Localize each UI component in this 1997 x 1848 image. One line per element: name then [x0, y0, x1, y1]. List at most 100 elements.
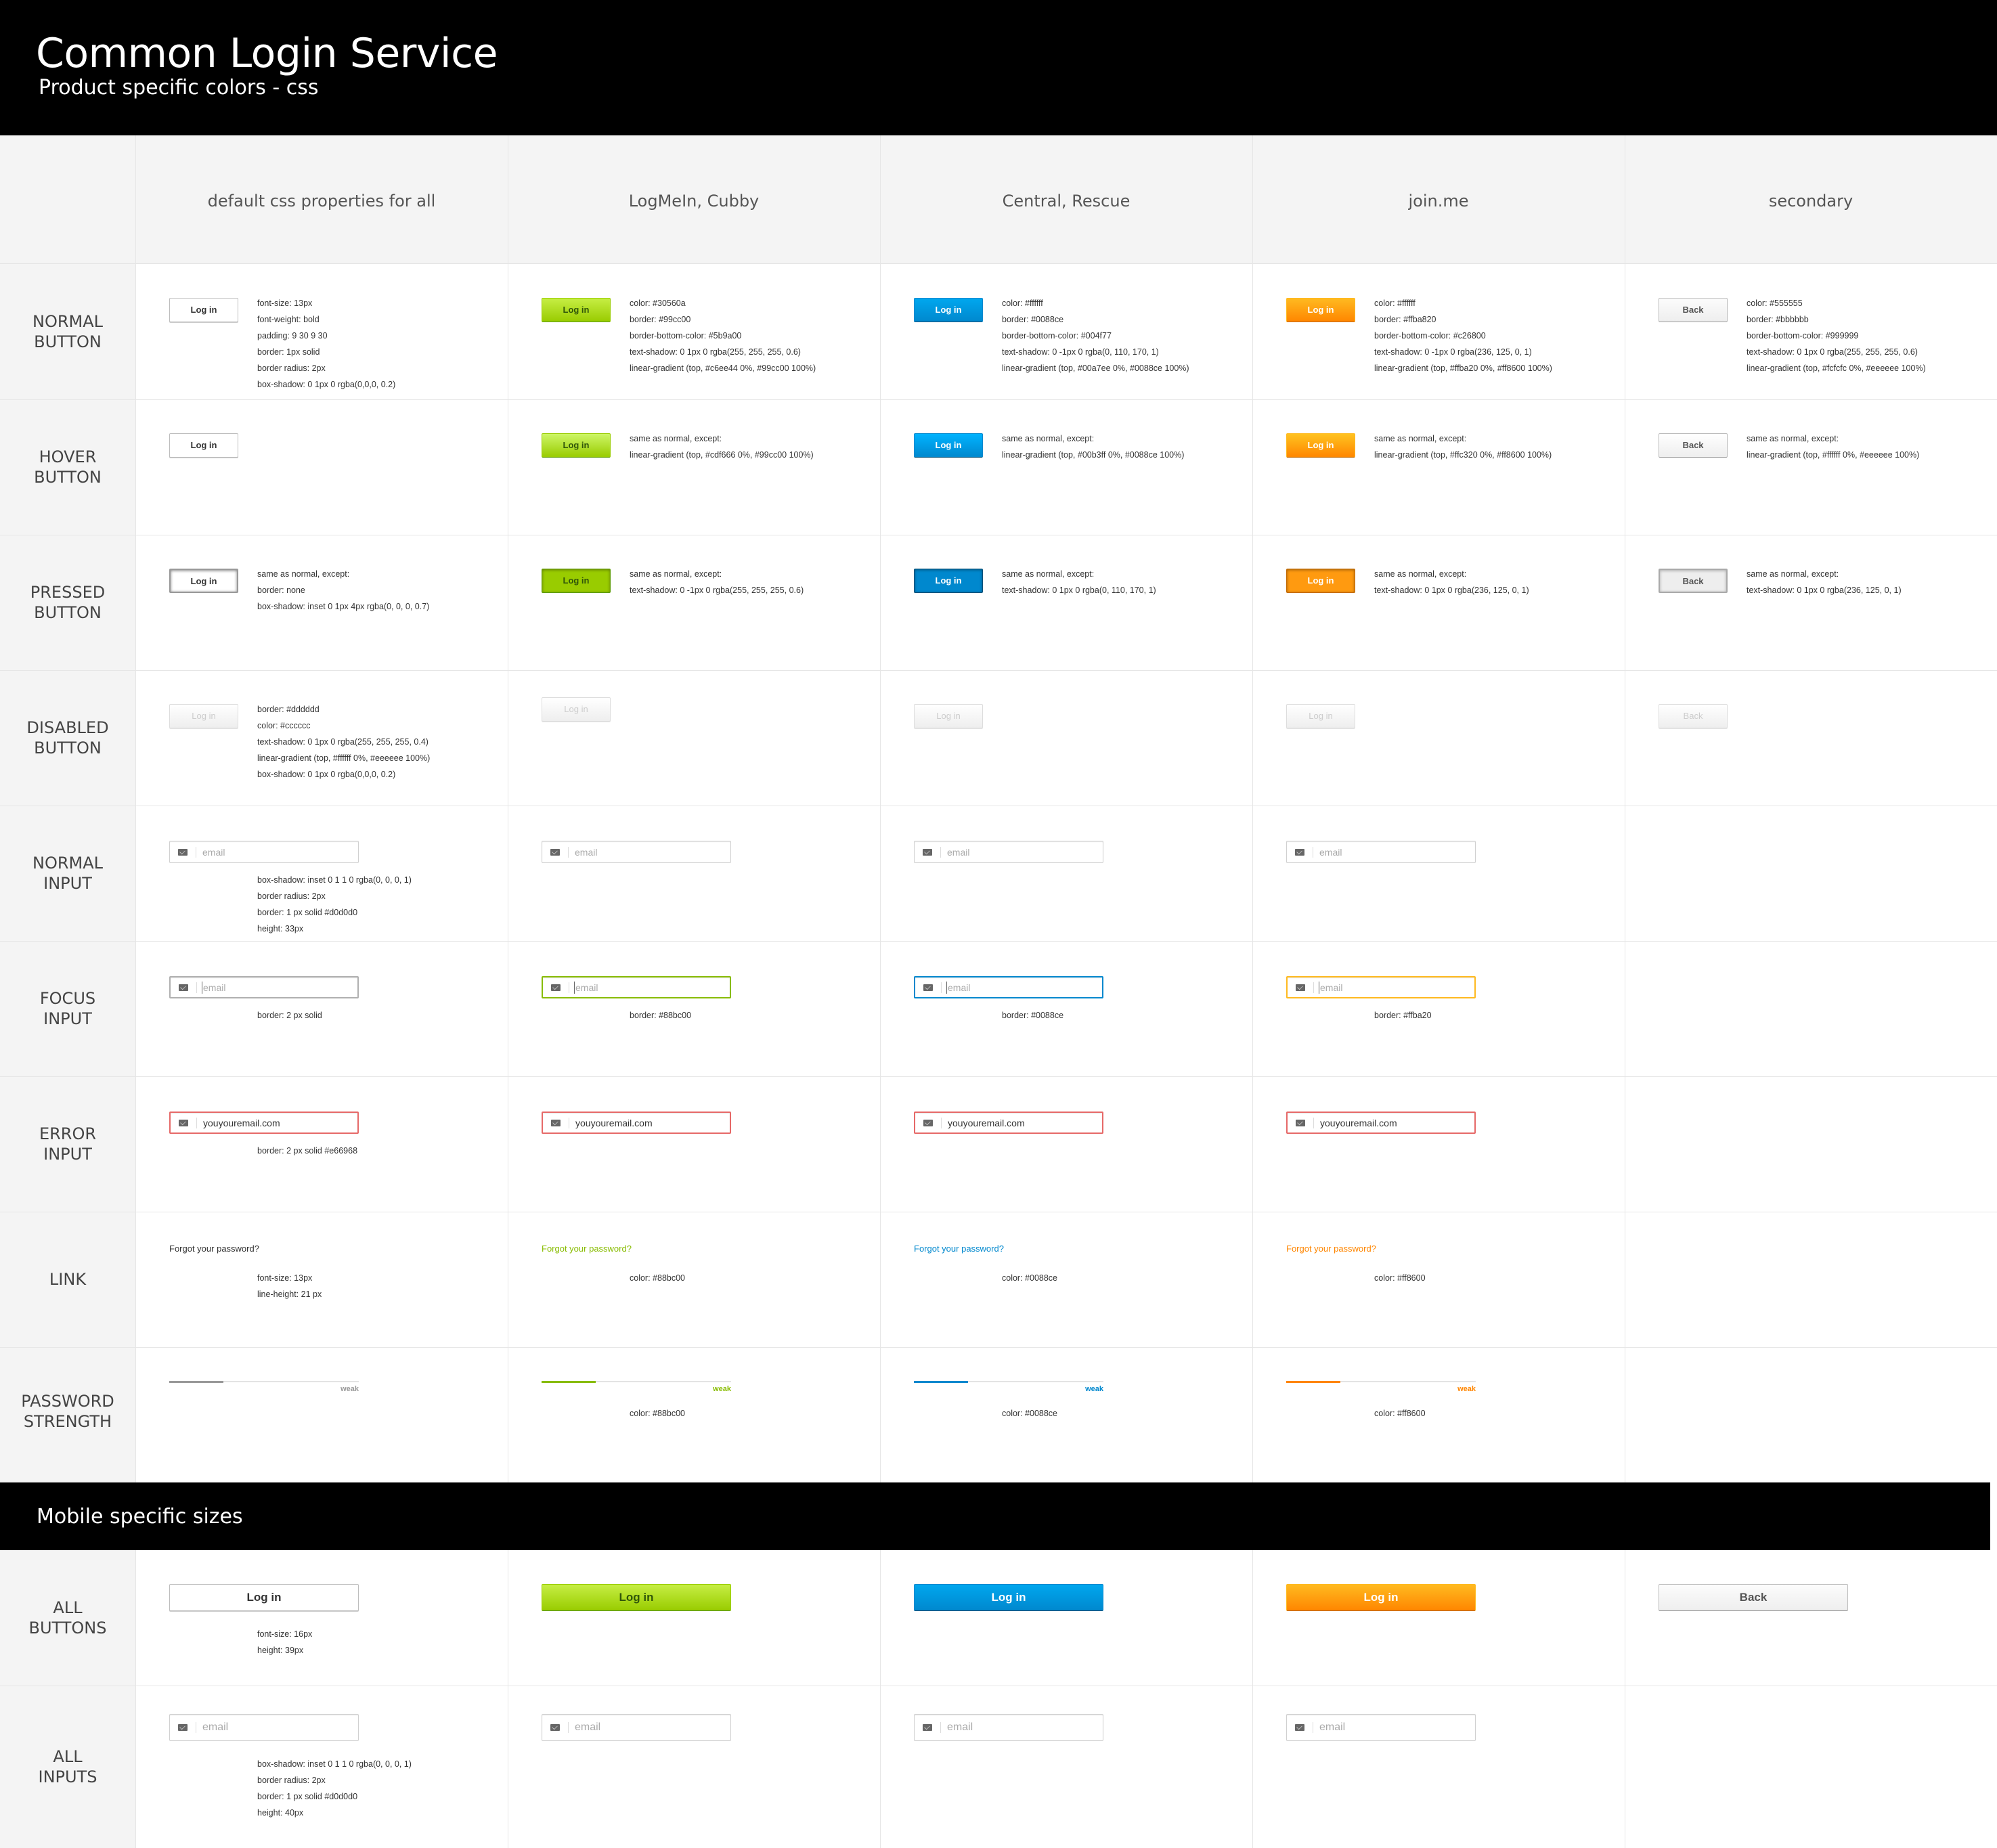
css-notes: border: #88bc00 — [630, 1011, 692, 1020]
login-button-normal-orange[interactable]: Log in — [1286, 298, 1355, 322]
strength-label: weak — [1085, 1385, 1103, 1393]
email-placeholder: email — [947, 846, 970, 858]
email-input-normal-default[interactable]: email — [169, 841, 359, 863]
login-button-disabled-orange: Log in — [1286, 704, 1355, 728]
login-button-normal-green[interactable]: Log in — [542, 298, 611, 322]
email-input-focus-orange[interactable]: email — [1286, 976, 1476, 998]
login-button-mobile-blue[interactable]: Log in — [914, 1584, 1103, 1611]
column-divider — [1252, 1550, 1253, 1848]
login-button-normal-blue[interactable]: Log in — [914, 298, 983, 322]
column-header-secondary: secondary — [1768, 192, 1853, 211]
email-input-mobile-default[interactable]: email — [169, 1714, 359, 1741]
back-button-disabled-secondary: Back — [1659, 704, 1728, 728]
strength-label: weak — [1457, 1385, 1476, 1393]
css-notes: same as normal, except: border: none box-s… — [257, 569, 430, 611]
email-input-normal-blue[interactable]: email — [914, 841, 1103, 863]
login-button-hover-green[interactable]: Log in — [542, 433, 611, 458]
row-divider — [0, 941, 1997, 942]
email-placeholder: email — [202, 846, 225, 858]
css-notes: border: #ffba20 — [1374, 1011, 1432, 1020]
login-button-mobile-default[interactable]: Log in — [169, 1584, 359, 1611]
strength-label: weak — [713, 1385, 731, 1393]
login-button-mobile-green[interactable]: Log in — [542, 1584, 731, 1611]
email-input-error-green[interactable]: youyouremail.com — [542, 1112, 731, 1134]
column-header-joinme: join.me — [1408, 192, 1469, 211]
login-button-hover-orange[interactable]: Log in — [1286, 433, 1355, 458]
email-placeholder: email — [575, 982, 598, 993]
css-notes: color: #0088ce — [1002, 1273, 1058, 1283]
row-label-focus-input: FOCUS INPUT — [39, 989, 96, 1028]
login-button-pressed-default[interactable]: Log in — [169, 569, 238, 593]
back-button-normal-secondary[interactable]: Back — [1659, 298, 1728, 322]
email-placeholder: email — [575, 1721, 601, 1733]
css-notes: color: #ff8600 — [1374, 1409, 1426, 1418]
forgot-password-link-default[interactable]: Forgot your password? — [169, 1244, 259, 1254]
row-divider — [0, 1076, 1997, 1077]
envelope-icon — [923, 1724, 932, 1731]
row-label-all-buttons: ALL BUTTONS — [28, 1598, 107, 1637]
email-placeholder: email — [1319, 1721, 1346, 1733]
strength-label: weak — [341, 1385, 359, 1393]
email-input-normal-green[interactable]: email — [542, 841, 731, 863]
back-button-hover-secondary[interactable]: Back — [1659, 433, 1728, 458]
column-divider — [880, 135, 881, 1482]
password-strength-meter-orange: weak — [1286, 1381, 1476, 1396]
css-notes: color: #0088ce — [1002, 1409, 1058, 1418]
column-header-default: default css properties for all — [207, 192, 436, 211]
login-button-normal-default[interactable]: Log in — [169, 298, 238, 322]
envelope-icon — [551, 1119, 561, 1126]
back-button-mobile-secondary[interactable]: Back — [1659, 1584, 1848, 1611]
row-divider — [0, 399, 1997, 400]
envelope-icon — [923, 848, 932, 856]
login-button-pressed-green[interactable]: Log in — [542, 569, 611, 593]
email-input-error-orange[interactable]: youyouremail.com — [1286, 1112, 1476, 1134]
css-notes: box-shadow: inset 0 1 1 0 rgba(0, 0, 0, … — [257, 875, 412, 933]
css-notes: border: 2 px solid — [257, 1011, 322, 1020]
css-notes: same as normal, except: text-shadow: 0 -1… — [630, 569, 804, 595]
envelope-icon — [550, 1724, 560, 1731]
login-button-pressed-blue[interactable]: Log in — [914, 569, 983, 593]
login-button-hover-blue[interactable]: Log in — [914, 433, 983, 458]
css-notes: same as normal, except: linear-gradient (… — [1374, 434, 1552, 460]
email-placeholder: email — [1319, 846, 1342, 858]
css-notes: font-size: 13px font-weight: bold padding:… — [257, 299, 396, 389]
css-notes: box-shadow: inset 0 1 1 0 rgba(0, 0, 0, … — [257, 1759, 412, 1818]
login-button-mobile-orange[interactable]: Log in — [1286, 1584, 1476, 1611]
column-header-logmein-cubby: LogMeIn, Cubby — [628, 192, 760, 211]
page-header: Common Login Service Product specific co… — [0, 0, 1997, 135]
css-notes: color: #30560a border: #99cc00 border-bott… — [630, 299, 816, 373]
css-notes: color: #ffffff border: #0088ce border-bott… — [1002, 299, 1189, 373]
email-placeholder: email — [948, 982, 971, 993]
row-label-disabled-button: DISABLED BUTTON — [26, 718, 109, 757]
css-notes: same as normal, except: text-shadow: 0 1p… — [1747, 569, 1902, 595]
forgot-password-link-blue[interactable]: Forgot your password? — [914, 1244, 1004, 1254]
email-input-focus-default[interactable]: email — [169, 976, 359, 998]
envelope-icon — [178, 848, 188, 856]
email-value: youyouremail.com — [203, 1117, 280, 1128]
login-button-hover-default[interactable]: Log in — [169, 433, 238, 458]
login-button-pressed-orange[interactable]: Log in — [1286, 569, 1355, 593]
email-input-error-default[interactable]: youyouremail.com — [169, 1112, 359, 1134]
email-input-mobile-green[interactable]: email — [542, 1714, 731, 1741]
row-label-pressed-button: PRESSED BUTTON — [30, 583, 106, 622]
css-notes: color: #88bc00 — [630, 1409, 686, 1418]
forgot-password-link-orange[interactable]: Forgot your password? — [1286, 1244, 1376, 1254]
email-placeholder: email — [575, 846, 598, 858]
forgot-password-link-green[interactable]: Forgot your password? — [542, 1244, 632, 1254]
login-button-disabled-green: Log in — [542, 697, 611, 722]
email-input-mobile-blue[interactable]: email — [914, 1714, 1103, 1741]
email-value: youyouremail.com — [1320, 1117, 1397, 1128]
email-input-normal-orange[interactable]: email — [1286, 841, 1476, 863]
envelope-icon — [923, 1119, 933, 1126]
email-placeholder: email — [202, 1721, 229, 1733]
email-input-focus-blue[interactable]: email — [914, 976, 1103, 998]
envelope-icon — [1296, 984, 1305, 991]
email-input-mobile-orange[interactable]: email — [1286, 1714, 1476, 1741]
css-notes: color: #ff8600 — [1374, 1273, 1426, 1283]
email-input-focus-green[interactable]: email — [542, 976, 731, 998]
back-button-pressed-secondary[interactable]: Back — [1659, 569, 1728, 593]
login-button-disabled-default: Log in — [169, 704, 238, 728]
password-strength-meter-default: weak — [169, 1381, 359, 1396]
row-label-normal-button: NORMAL BUTTON — [32, 312, 103, 351]
email-input-error-blue[interactable]: youyouremail.com — [914, 1112, 1103, 1134]
